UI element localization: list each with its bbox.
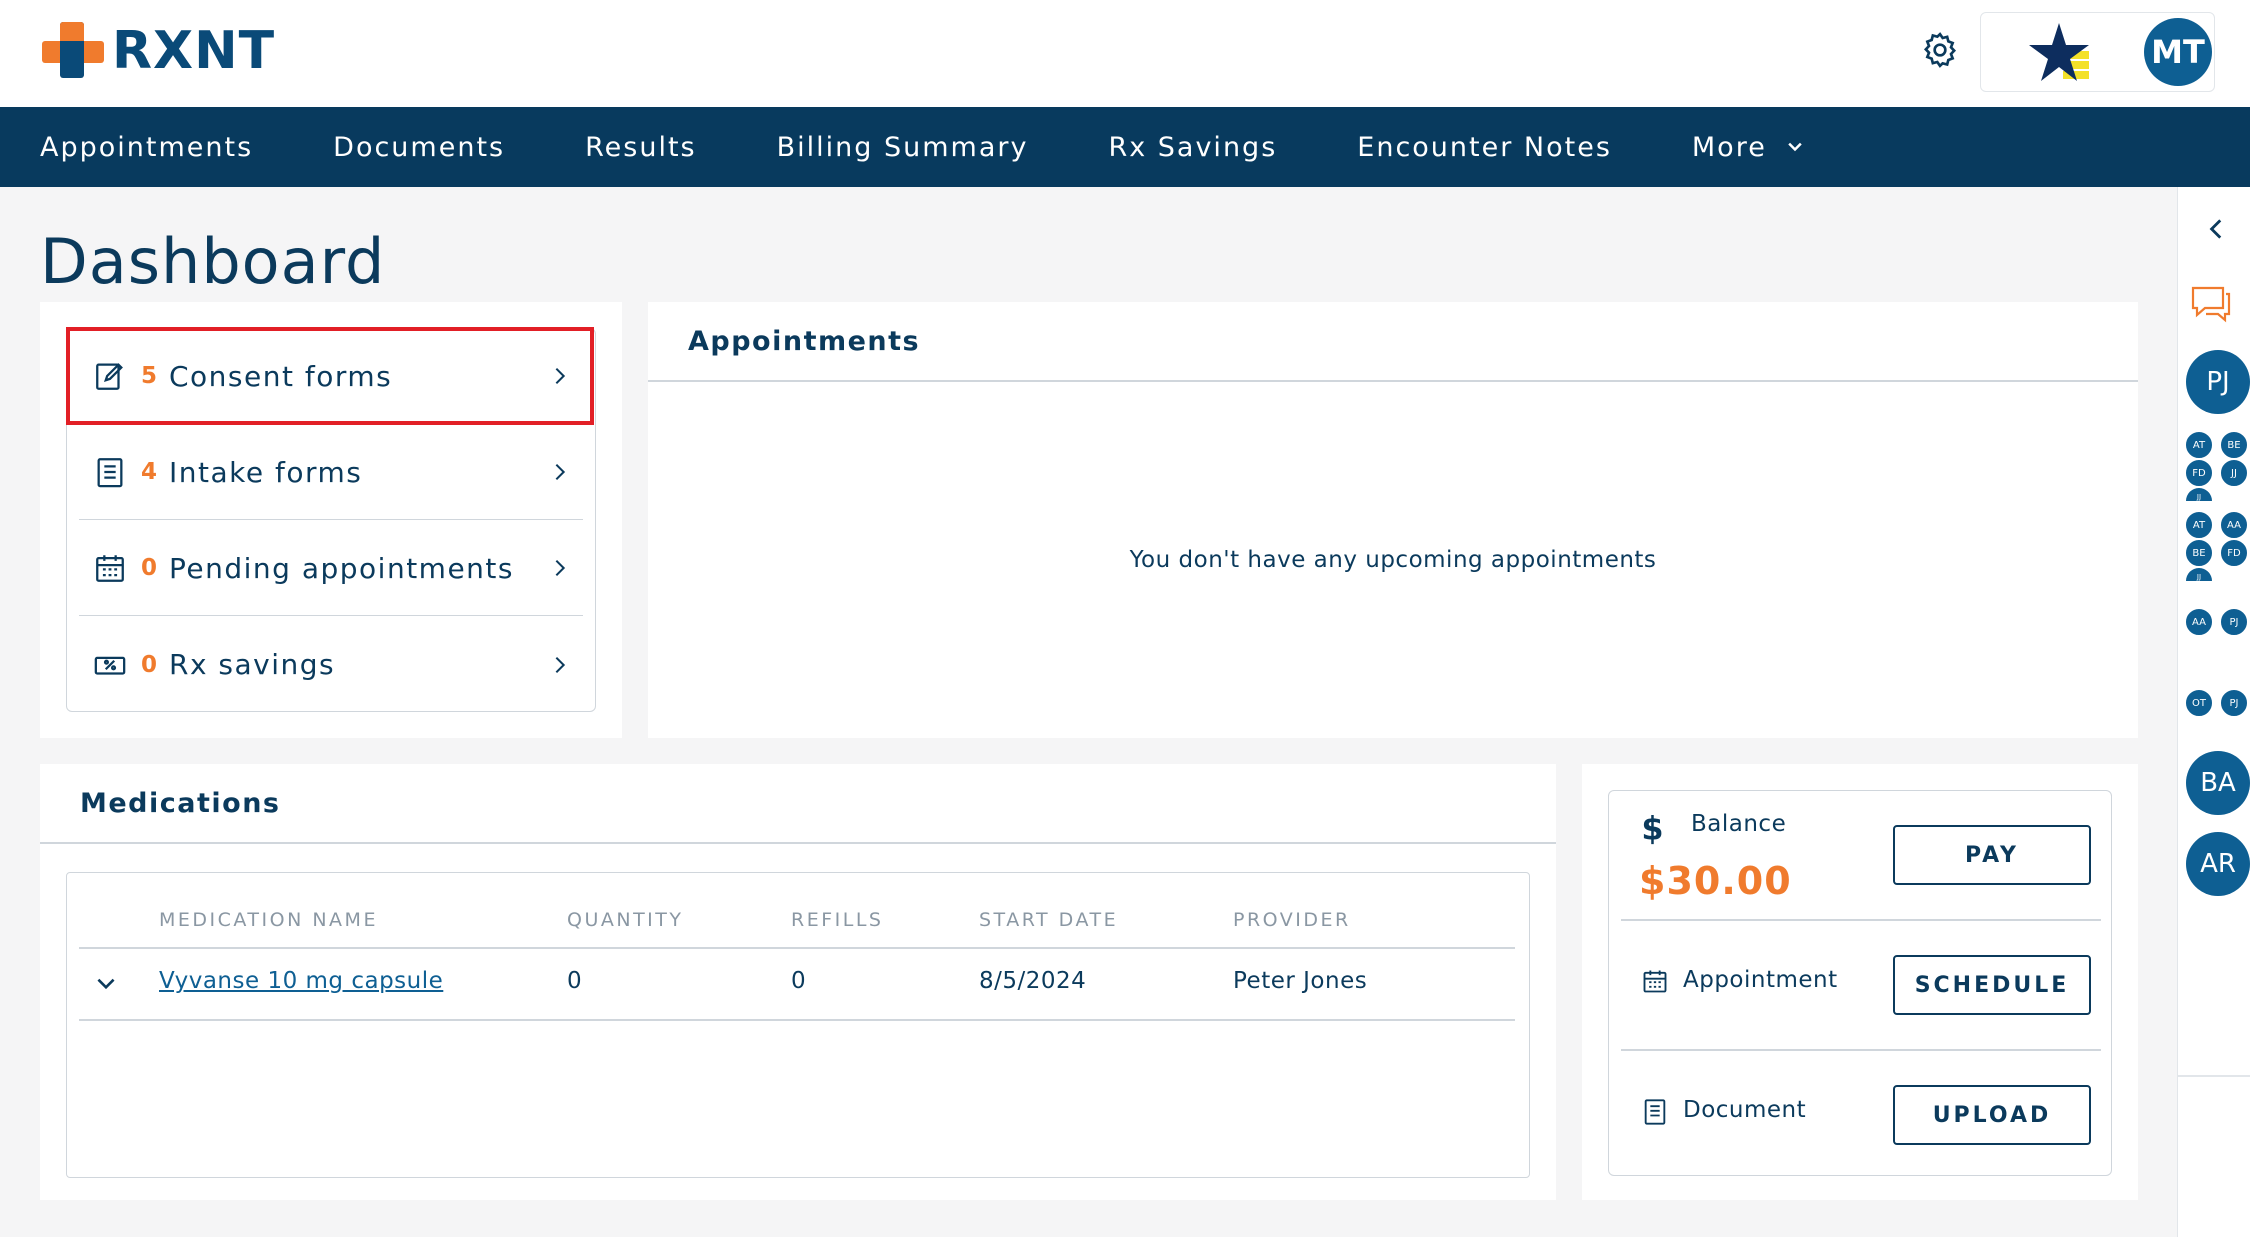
- chevron-down-icon: [1788, 142, 1802, 152]
- clipboard-icon: [97, 458, 123, 488]
- medications-header: Medications: [40, 764, 1556, 844]
- chevron-down-icon[interactable]: [93, 971, 119, 997]
- intake-forms-count: 4: [141, 459, 158, 485]
- nav-encounter-notes[interactable]: Encounter Notes: [1357, 132, 1612, 163]
- avatar-ar[interactable]: AR: [2186, 832, 2250, 896]
- col-provider[interactable]: PROVIDER: [1233, 909, 1351, 931]
- avatar-small[interactable]: PJ: [2220, 608, 2248, 636]
- table-header-divider: [79, 947, 1515, 949]
- chevron-right-icon: [555, 463, 566, 481]
- col-start-date[interactable]: START DATE: [979, 909, 1118, 931]
- balance-label: Balance: [1691, 811, 1787, 837]
- medication-start-date: 8/5/2024: [979, 968, 1087, 994]
- medications-table: MEDICATION NAME QUANTITY REFILLS START D…: [66, 872, 1530, 1178]
- top-header: RXNT MT: [0, 0, 2250, 107]
- discount-ticket-icon: [94, 656, 126, 675]
- billing-panel: $ Balance $30.00 PAY Appointment SCHEDUL…: [1608, 790, 2112, 1176]
- avatar-ba[interactable]: BA: [2186, 751, 2250, 815]
- chevron-right-icon: [555, 559, 566, 577]
- avatar-small[interactable]: AA: [2185, 608, 2213, 636]
- calendar-icon: [96, 555, 124, 582]
- document-label: Document: [1683, 1097, 1807, 1123]
- nav-billing-summary[interactable]: Billing Summary: [777, 132, 1029, 163]
- nav-appointments[interactable]: Appointments: [40, 132, 253, 163]
- avatar-pj[interactable]: PJ: [2186, 350, 2250, 414]
- chat-icon[interactable]: [2190, 284, 2232, 324]
- medication-quantity: 0: [567, 968, 583, 994]
- col-refills[interactable]: REFILLS: [791, 909, 883, 931]
- schedule-button[interactable]: SCHEDULE: [1893, 955, 2091, 1015]
- nav-results[interactable]: Results: [585, 132, 697, 163]
- intake-forms-row[interactable]: 4 Intake forms: [79, 425, 583, 520]
- chevron-right-icon: [555, 656, 566, 673]
- avatar-small[interactable]: PJ: [2220, 689, 2248, 717]
- appointment-row: Appointment SCHEDULE: [1621, 921, 2101, 1050]
- gear-icon[interactable]: [1920, 30, 1960, 70]
- appointments-header: Appointments: [648, 302, 2138, 382]
- pending-appointments-label: Pending appointments: [169, 551, 514, 585]
- medication-provider: Peter Jones: [1233, 968, 1368, 994]
- nav-documents[interactable]: Documents: [333, 132, 505, 163]
- chevron-left-icon[interactable]: [2204, 216, 2230, 242]
- rail-divider: [2177, 1075, 2250, 1077]
- avatar-small[interactable]: FD: [2185, 459, 2213, 487]
- balance-row: $ Balance $30.00 PAY: [1621, 791, 2101, 920]
- appointments-card: Appointments You don't have any upcoming…: [648, 302, 2138, 738]
- pay-button[interactable]: PAY: [1893, 825, 2091, 885]
- page-title: Dashboard: [40, 225, 386, 298]
- star-icon: [2029, 23, 2089, 81]
- consent-forms-highlight: [66, 327, 594, 425]
- pending-appointments-count: 0: [141, 555, 158, 581]
- avatar-small[interactable]: AA: [2220, 511, 2248, 539]
- avatar-small[interactable]: OT: [2185, 689, 2213, 717]
- brand-name: RXNT: [112, 21, 276, 81]
- billing-card: $ Balance $30.00 PAY Appointment SCHEDUL…: [1582, 764, 2138, 1200]
- user-avatar[interactable]: MT: [2144, 18, 2212, 86]
- rx-savings-label: Rx savings: [169, 648, 336, 681]
- table-row-divider: [79, 1019, 1515, 1021]
- document-row: Document UPLOAD: [1621, 1051, 2101, 1180]
- avatar-small[interactable]: AT: [2185, 431, 2213, 459]
- nav-more[interactable]: More: [1692, 132, 1805, 163]
- rxnt-logo[interactable]: RXNT: [42, 20, 275, 82]
- avatar-small[interactable]: FD: [2220, 539, 2248, 567]
- col-quantity[interactable]: QUANTITY: [567, 909, 684, 931]
- nav-more-label: More: [1691, 131, 1767, 163]
- rx-savings-count: 0: [141, 651, 158, 678]
- medication-refills: 0: [791, 968, 807, 994]
- intake-forms-label: Intake forms: [169, 455, 363, 489]
- dollar-icon: $: [1641, 811, 1663, 845]
- appointment-label: Appointment: [1683, 967, 1838, 993]
- svg-text:$: $: [1641, 811, 1663, 845]
- avatar-small[interactable]: AT: [2185, 511, 2213, 539]
- avatar-small[interactable]: BE: [2220, 431, 2248, 459]
- rxnt-cross-icon: [42, 20, 104, 82]
- medications-title: Medications: [80, 788, 281, 819]
- appointments-title: Appointments: [688, 326, 921, 357]
- main-nav: Appointments Documents Results Billing S…: [0, 107, 2250, 187]
- calendar-icon: [1643, 970, 1667, 993]
- col-medication-name[interactable]: MEDICATION NAME: [159, 909, 378, 931]
- rx-savings-row[interactable]: 0 Rx savings: [79, 617, 583, 712]
- avatar-small[interactable]: BE: [2185, 539, 2213, 567]
- upload-button[interactable]: UPLOAD: [1893, 1085, 2091, 1145]
- appointments-empty-message: You don't have any upcoming appointments: [1129, 547, 1657, 573]
- document-icon: [1644, 1099, 1666, 1125]
- balance-amount: $30.00: [1639, 859, 1792, 903]
- nav-rx-savings[interactable]: Rx Savings: [1108, 132, 1277, 163]
- avatar-small[interactable]: JJ: [2220, 459, 2248, 487]
- medications-card: Medications MEDICATION NAME QUANTITY REF…: [40, 764, 1556, 1200]
- medication-name-link[interactable]: Vyvanse 10 mg capsule: [159, 968, 443, 994]
- pending-appointments-row[interactable]: 0 Pending appointments: [79, 521, 583, 616]
